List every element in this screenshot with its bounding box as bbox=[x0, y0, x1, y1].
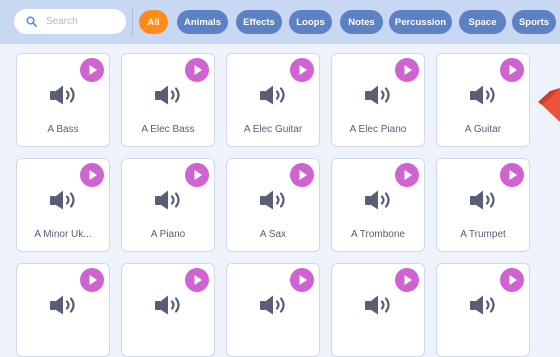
play-icon[interactable] bbox=[185, 268, 209, 292]
toolbar-divider bbox=[132, 8, 133, 36]
play-icon[interactable] bbox=[80, 268, 104, 292]
speaker-icon bbox=[364, 84, 394, 111]
play-icon[interactable] bbox=[500, 268, 524, 292]
sound-name: A Trombone bbox=[351, 229, 405, 240]
sound-tile[interactable] bbox=[121, 263, 215, 357]
sound-name: A Sax bbox=[259, 229, 287, 240]
speaker-icon bbox=[154, 294, 184, 321]
play-icon[interactable] bbox=[185, 163, 209, 187]
play-icon[interactable] bbox=[290, 58, 314, 82]
speaker-icon bbox=[364, 189, 394, 216]
sound-name: A Trumpet bbox=[460, 229, 506, 240]
sound-name: A Elec Piano bbox=[349, 124, 407, 135]
play-icon[interactable] bbox=[500, 163, 524, 187]
arrow-icon bbox=[538, 88, 560, 127]
speaker-icon bbox=[154, 84, 184, 111]
speaker-icon bbox=[469, 189, 499, 216]
sound-name: A Guitar bbox=[464, 124, 502, 135]
category-percussion[interactable]: Percussion bbox=[389, 10, 452, 34]
play-icon[interactable] bbox=[290, 163, 314, 187]
play-icon[interactable] bbox=[395, 58, 419, 82]
sound-tile[interactable]: A Bass bbox=[16, 53, 110, 147]
search-input[interactable] bbox=[46, 16, 116, 27]
play-icon[interactable] bbox=[80, 58, 104, 82]
sound-name: A Elec Guitar bbox=[243, 124, 303, 135]
category-all[interactable]: All bbox=[139, 10, 168, 34]
speaker-icon bbox=[49, 189, 79, 216]
sound-name: A Elec Bass bbox=[141, 124, 195, 135]
play-icon[interactable] bbox=[290, 268, 314, 292]
sound-tile[interactable]: A Elec Piano bbox=[331, 53, 425, 147]
play-icon[interactable] bbox=[500, 58, 524, 82]
sound-tile[interactable]: A Trombone bbox=[331, 158, 425, 252]
speaker-icon bbox=[469, 84, 499, 111]
speaker-icon bbox=[154, 189, 184, 216]
category-animals[interactable]: Animals bbox=[177, 10, 228, 34]
category-space[interactable]: Space bbox=[459, 10, 506, 34]
sound-tile[interactable] bbox=[226, 263, 320, 357]
category-bar: All Animals Effects Loops Notes Percussi… bbox=[0, 0, 560, 44]
sound-tile[interactable]: A Trumpet bbox=[436, 158, 530, 252]
speaker-icon bbox=[364, 294, 394, 321]
category-notes[interactable]: Notes bbox=[340, 10, 383, 34]
sound-name: A Minor Uk... bbox=[34, 229, 92, 240]
sound-name: A Piano bbox=[150, 229, 186, 240]
sound-tile[interactable]: A Elec Guitar bbox=[226, 53, 320, 147]
sound-tile[interactable]: A Sax bbox=[226, 158, 320, 252]
speaker-icon bbox=[49, 294, 79, 321]
category-sports[interactable]: Sports bbox=[512, 10, 556, 34]
sound-tile[interactable]: A Elec Bass bbox=[121, 53, 215, 147]
speaker-icon bbox=[259, 189, 289, 216]
play-icon[interactable] bbox=[395, 163, 419, 187]
speaker-icon bbox=[469, 294, 499, 321]
sound-tile[interactable] bbox=[436, 263, 530, 357]
sound-tile[interactable] bbox=[16, 263, 110, 357]
sound-tile[interactable]: A Guitar bbox=[436, 53, 530, 147]
speaker-icon bbox=[49, 84, 79, 111]
sound-tile[interactable]: A Piano bbox=[121, 158, 215, 252]
sound-name: A Bass bbox=[47, 124, 79, 135]
category-loops[interactable]: Loops bbox=[289, 10, 332, 34]
speaker-icon bbox=[259, 84, 289, 111]
search-box[interactable] bbox=[14, 9, 126, 34]
play-icon[interactable] bbox=[80, 163, 104, 187]
sound-tile[interactable]: A Minor Uk... bbox=[16, 158, 110, 252]
category-effects[interactable]: Effects bbox=[236, 10, 282, 34]
play-icon[interactable] bbox=[395, 268, 419, 292]
sound-tile[interactable] bbox=[331, 263, 425, 357]
speaker-icon bbox=[259, 294, 289, 321]
search-icon bbox=[26, 16, 37, 27]
play-icon[interactable] bbox=[185, 58, 209, 82]
